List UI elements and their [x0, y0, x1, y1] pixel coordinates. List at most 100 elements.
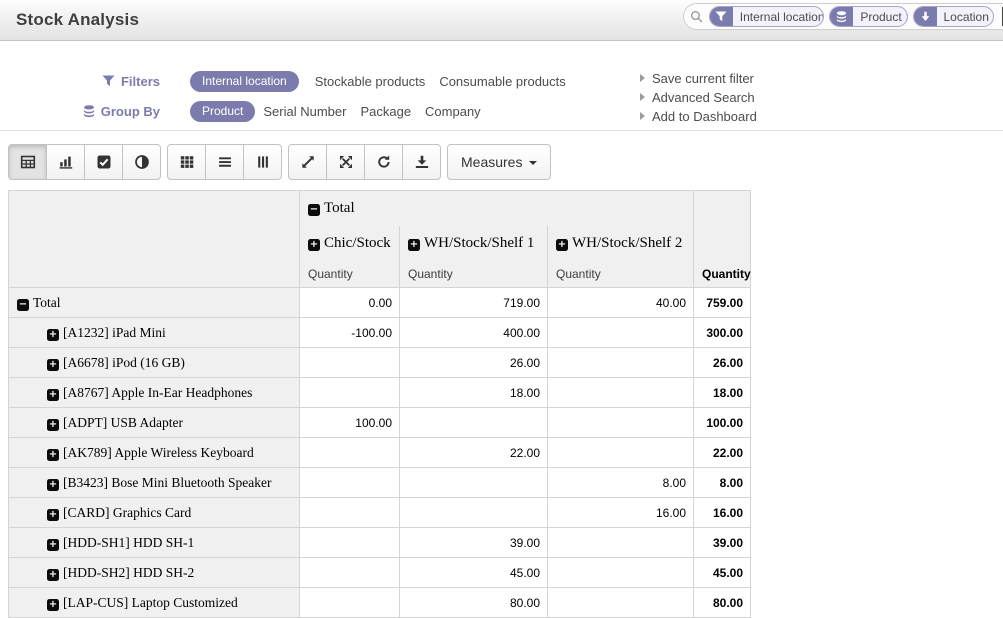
triangle-right-icon [640, 74, 645, 82]
pivot-cell[interactable]: 22.00 [400, 438, 548, 468]
pivot-row-total-cell[interactable]: 300.00 [694, 318, 751, 348]
pivot-row-total-cell[interactable]: 39.00 [694, 528, 751, 558]
layout-group [167, 144, 282, 180]
pivot-row-header[interactable]: +[CARD] Graphics Card [9, 498, 300, 528]
pivot-row-header[interactable]: +[B3423] Bose Mini Bluetooth Speaker [9, 468, 300, 498]
pivot-cell[interactable] [548, 438, 694, 468]
pivot-cell[interactable]: 400.00 [400, 318, 548, 348]
pivot-cell[interactable] [300, 498, 400, 528]
pivot-row-header[interactable]: +[HDD-SH2] HDD SH-2 [9, 558, 300, 588]
pivot-row-total-cell[interactable]: 759.00 [694, 288, 751, 318]
expand-button[interactable] [288, 144, 327, 180]
pivot-row-header[interactable]: +[AK789] Apple Wireless Keyboard [9, 438, 300, 468]
pivot-cell[interactable]: 8.00 [548, 468, 694, 498]
pivot-cell[interactable]: 16.00 [548, 498, 694, 528]
pivot-cell[interactable] [548, 588, 694, 618]
plus-square-icon: + [47, 599, 59, 611]
search-facet-internal-location[interactable]: Internal location x [709, 6, 825, 27]
pivot-cell[interactable]: 40.00 [548, 288, 694, 318]
pivot-cell[interactable]: 45.00 [400, 558, 548, 588]
pivot-cell[interactable] [548, 528, 694, 558]
pivot-row-header[interactable]: −Total [9, 288, 300, 318]
pivot-cell[interactable]: 80.00 [400, 588, 548, 618]
grid-layout-button[interactable] [167, 144, 206, 180]
adjust-contrast-button[interactable] [122, 144, 161, 180]
active-groupby-pill[interactable]: Product [190, 101, 255, 122]
filter-option[interactable]: Consumable products [439, 74, 565, 89]
pivot-cell[interactable] [548, 378, 694, 408]
pivot-col-header[interactable]: +WH/Stock/Shelf 1 [400, 226, 548, 261]
pivot-cell[interactable] [300, 378, 400, 408]
rows-layout-button[interactable] [205, 144, 244, 180]
table-view-button[interactable] [8, 144, 47, 180]
triangle-right-icon [640, 93, 645, 101]
pivot-row-header[interactable]: +[A8767] Apple In-Ear Headphones [9, 378, 300, 408]
pivot-row-header[interactable]: +[A6678] iPod (16 GB) [9, 348, 300, 378]
pivot-row: +[A8767] Apple In-Ear Headphones 18.00 18.… [9, 378, 751, 408]
pivot-row-header[interactable]: +[A1232] iPad Mini [9, 318, 300, 348]
pivot-row-total-cell[interactable]: 80.00 [694, 588, 751, 618]
pivot-row-label: [B3423] Bose Mini Bluetooth Speaker [63, 475, 271, 490]
pivot-row-total-cell[interactable]: 18.00 [694, 378, 751, 408]
bar-chart-view-button[interactable] [46, 144, 85, 180]
groupby-option[interactable]: Serial Number [263, 104, 346, 119]
pivot-row-total-cell[interactable]: 26.00 [694, 348, 751, 378]
pivot-cell[interactable] [300, 588, 400, 618]
facet-remove-icon[interactable]: x [993, 11, 994, 23]
pivot-body: −Total0.00719.0040.00759.00 +[A1232] iPad… [9, 288, 751, 618]
pivot-cell[interactable] [300, 528, 400, 558]
pivot-row-header[interactable]: +[LAP-CUS] Laptop Customized [9, 588, 300, 618]
search-input[interactable]: Internal location x Product x Location x [683, 3, 1003, 30]
pivot-cell[interactable]: 26.00 [400, 348, 548, 378]
download-button[interactable] [402, 144, 441, 180]
pivot-col-header[interactable]: +Chic/Stock [300, 226, 400, 261]
active-filter-pill[interactable]: Internal location [190, 71, 299, 92]
pivot-row-total-cell[interactable]: 100.00 [694, 408, 751, 438]
pivot-row-label: [HDD-SH2] HDD SH-2 [63, 565, 194, 580]
pivot-cell[interactable] [548, 318, 694, 348]
pivot-row-header[interactable]: +[ADPT] USB Adapter [9, 408, 300, 438]
arrow-down-icon [914, 6, 937, 27]
pivot-row-total-cell[interactable]: 16.00 [694, 498, 751, 528]
pivot-cell[interactable]: 0.00 [300, 288, 400, 318]
pivot-cell[interactable] [300, 438, 400, 468]
check-square-button[interactable] [84, 144, 123, 180]
filter-option[interactable]: Stockable products [315, 74, 426, 89]
pivot-cell[interactable] [300, 468, 400, 498]
pivot-cell[interactable]: -100.00 [300, 318, 400, 348]
pivot-cell[interactable]: 100.00 [300, 408, 400, 438]
pivot-col-header[interactable]: +WH/Stock/Shelf 2 [548, 226, 694, 261]
pivot-row-header[interactable]: +[HDD-SH1] HDD SH-1 [9, 528, 300, 558]
search-icon [690, 9, 704, 25]
search-facet-product[interactable]: Product x [829, 6, 907, 27]
refresh-button[interactable] [364, 144, 403, 180]
facet-remove-icon[interactable]: x [906, 11, 908, 23]
search-facet-location[interactable]: Location x [913, 6, 995, 27]
pivot-cell[interactable] [548, 408, 694, 438]
pivot-cell[interactable] [400, 468, 548, 498]
columns-layout-button[interactable] [243, 144, 282, 180]
measures-button[interactable]: Measures [447, 144, 551, 180]
pivot-row: +[HDD-SH2] HDD SH-2 45.00 45.00 [9, 558, 751, 588]
pivot-cell[interactable] [300, 558, 400, 588]
pivot-cell[interactable]: 719.00 [400, 288, 548, 318]
expand-all-button[interactable] [326, 144, 365, 180]
search-action-item[interactable]: Save current filter [640, 69, 757, 88]
pivot-cell[interactable]: 18.00 [400, 378, 548, 408]
download-icon [414, 154, 430, 170]
groupby-option[interactable]: Package [360, 104, 411, 119]
pivot-cell[interactable]: 39.00 [400, 528, 548, 558]
pivot-row-total-cell[interactable]: 8.00 [694, 468, 751, 498]
pivot-col-root-header[interactable]: −Total [300, 191, 694, 226]
search-action-item[interactable]: Add to Dashboard [640, 107, 757, 126]
pivot-cell[interactable] [548, 558, 694, 588]
pivot-cell[interactable] [400, 498, 548, 528]
pivot-cell[interactable] [548, 348, 694, 378]
pivot-cell[interactable] [300, 348, 400, 378]
pivot-row-total-cell[interactable]: 45.00 [694, 558, 751, 588]
pivot-row-total-cell[interactable]: 22.00 [694, 438, 751, 468]
search-action-label: Save current filter [652, 71, 754, 86]
groupby-option[interactable]: Company [425, 104, 481, 119]
pivot-cell[interactable] [400, 408, 548, 438]
search-action-item[interactable]: Advanced Search [640, 88, 757, 107]
